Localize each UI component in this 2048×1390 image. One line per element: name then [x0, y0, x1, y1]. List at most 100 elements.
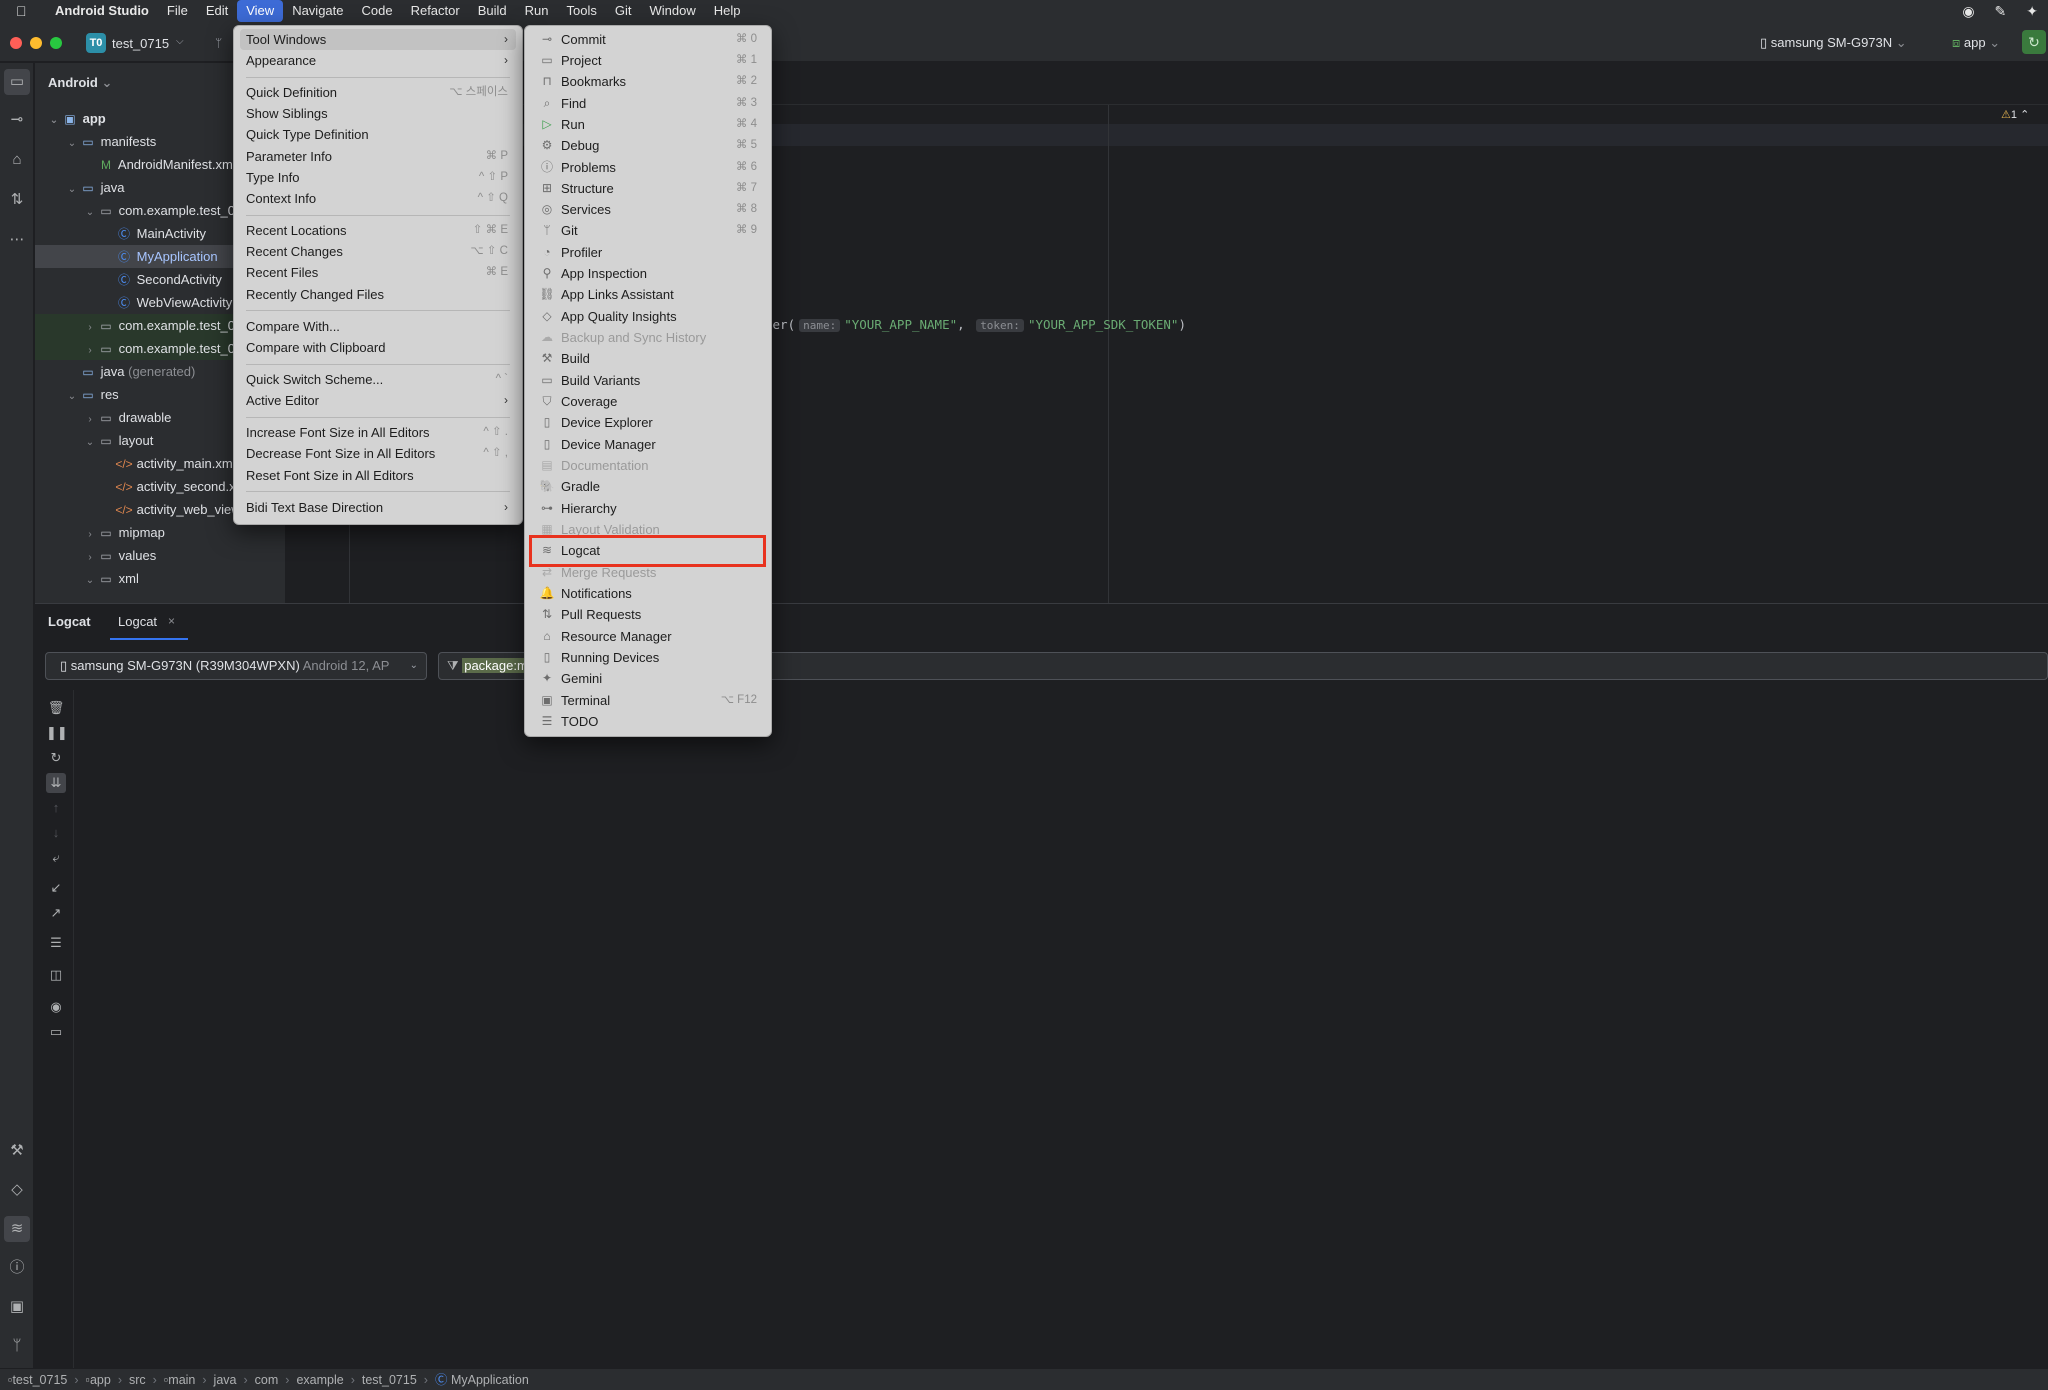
tool-window-coverage[interactable]: ⛉ Coverage — [531, 391, 765, 412]
menu-item-decrease-font-size[interactable]: Decrease Font Size in All Editors ^ ⇧ , — [240, 443, 516, 464]
tool-window-running-devices[interactable]: ▯ Running Devices — [531, 647, 765, 668]
menu-window[interactable]: Window — [640, 0, 704, 22]
tool-window-notifications[interactable]: 🔔 Notifications — [531, 583, 765, 604]
menu-build[interactable]: Build — [469, 0, 516, 22]
menu-item-reset-font-size[interactable]: Reset Font Size in All Editors — [240, 465, 516, 486]
inspection-widget[interactable]: ⚠1 ⌃ — [2001, 108, 2029, 121]
menu-help[interactable]: Help — [705, 0, 750, 22]
menu-item-quick-definition[interactable]: Quick Definition ⌥ 스페이스 — [240, 82, 516, 103]
menu-android-studio[interactable]: Android Studio — [46, 0, 158, 22]
breadcrumb-item[interactable]: test_0715 — [12, 1373, 67, 1387]
user-app-icon[interactable]: ✦ — [2026, 3, 2038, 20]
tool-window-app-inspection[interactable]: ⚲ App Inspection — [531, 263, 765, 284]
window-minimize-button[interactable] — [30, 37, 42, 49]
gemini-tool-icon[interactable]: ◇ — [4, 1177, 30, 1203]
tool-window-project[interactable]: ▭ Project ⌘ 1 — [531, 50, 765, 71]
sync-icon[interactable]: ↻ — [2022, 30, 2046, 54]
arrow-down-icon[interactable]: ↓ — [46, 823, 66, 843]
close-icon[interactable]: × — [168, 614, 175, 628]
restart-icon[interactable]: ↻ — [46, 748, 66, 768]
breadcrumb-item[interactable]: app — [90, 1373, 111, 1387]
menu-item-recent-files[interactable]: Recent Files ⌘ E — [240, 262, 516, 283]
menu-edit[interactable]: Edit — [197, 0, 237, 22]
breadcrumb-item[interactable]: java — [214, 1373, 237, 1387]
window-zoom-button[interactable] — [50, 37, 62, 49]
tool-window-gradle[interactable]: 🐘 Gradle — [531, 476, 765, 497]
run-config-selector[interactable]: ⧈ app ⌄ — [1952, 35, 2000, 51]
menu-refactor[interactable]: Refactor — [402, 0, 469, 22]
terminal-tool-icon[interactable]: ▣ — [4, 1294, 30, 1320]
tool-window-bookmarks[interactable]: ⊓ Bookmarks ⌘ 2 — [531, 71, 765, 92]
menu-item-parameter-info[interactable]: Parameter Info ⌘ P — [240, 146, 516, 167]
menu-item-compare-with-clipboard[interactable]: Compare with Clipboard — [240, 337, 516, 358]
menu-run[interactable]: Run — [516, 0, 558, 22]
menu-navigate[interactable]: Navigate — [283, 0, 352, 22]
git-tool-icon[interactable]: ᛘ — [4, 1333, 30, 1359]
tool-window-structure[interactable]: ⊞ Structure ⌘ 7 — [531, 178, 765, 199]
clear-logcat-icon[interactable]: 🗑 — [46, 698, 66, 718]
menu-item-appearance[interactable]: Appearance › — [240, 50, 516, 71]
tool-window-device-explorer[interactable]: ▯ Device Explorer — [531, 412, 765, 433]
menu-item-recently-changed-files[interactable]: Recently Changed Files — [240, 284, 516, 305]
tab-logcat[interactable]: Logcat — [118, 614, 157, 629]
tool-window-services[interactable]: ◎ Services ⌘ 8 — [531, 199, 765, 220]
tool-window-build-variants[interactable]: ▭ Build Variants — [531, 370, 765, 391]
import-icon[interactable]: ↙ — [46, 878, 66, 898]
project-name[interactable]: test_0715 — [112, 36, 169, 51]
menu-item-compare-with[interactable]: Compare With... — [240, 316, 516, 337]
tool-window-problems[interactable]: ⓘ Problems ⌘ 6 — [531, 157, 765, 178]
chevron-down-icon[interactable]: ⌵ — [176, 36, 184, 47]
settings-icon[interactable]: ☰ — [46, 933, 66, 953]
scroll-to-end-icon[interactable]: ⇊ — [46, 773, 66, 793]
menu-git[interactable]: Git — [606, 0, 641, 22]
breadcrumb-item[interactable]: src — [129, 1373, 146, 1387]
pause-icon[interactable]: ❚❚ — [46, 723, 68, 743]
window-close-button[interactable] — [10, 37, 22, 49]
menu-item-show-siblings[interactable]: Show Siblings — [240, 103, 516, 124]
breadcrumb-item[interactable]: test_0715 — [362, 1373, 417, 1387]
breadcrumb-item[interactable]: main — [168, 1373, 195, 1387]
soft-wrap-icon[interactable]: ⤶ — [46, 848, 66, 868]
screenshot-icon[interactable]: ◉ — [46, 997, 66, 1017]
menu-item-recent-locations[interactable]: Recent Locations ⇧ ⌘ E — [240, 220, 516, 241]
build-tool-icon[interactable]: ⚒ — [4, 1138, 30, 1164]
menu-file[interactable]: File — [158, 0, 197, 22]
menu-view[interactable]: View — [237, 0, 284, 22]
vcs-branch-icon[interactable]: ᛘ — [215, 36, 222, 50]
apple-menu-icon[interactable]:  — [16, 3, 32, 19]
menu-item-type-info[interactable]: Type Info ^ ⇧ P — [240, 167, 516, 188]
tree-item-xml[interactable]: ⌄ ▭ xml — [35, 567, 285, 590]
tool-window-todo[interactable]: ☰ TODO — [531, 711, 765, 732]
tool-window-profiler[interactable]: ◔ Profiler — [531, 242, 765, 263]
tool-window-app-links-assistant[interactable]: ⛓ App Links Assistant — [531, 284, 765, 305]
commit-tool-icon[interactable]: ⊸ — [4, 107, 30, 133]
pull-requests-tool-icon[interactable]: ⇅ — [4, 187, 30, 213]
menu-item-quick-type-definition[interactable]: Quick Type Definition — [240, 124, 516, 145]
tool-window-terminal[interactable]: ▣ Terminal ⌥ F12 — [531, 690, 765, 711]
device-selector[interactable]: ▯ samsung SM-G973N ⌄ — [1760, 35, 1907, 51]
status-app-icon[interactable]: ◉ — [1962, 3, 1974, 20]
tool-window-gemini[interactable]: ✦ Gemini — [531, 668, 765, 689]
project-tool-icon[interactable]: ▭ — [4, 69, 30, 95]
tree-item-values[interactable]: › ▭ values — [35, 544, 285, 567]
tool-window-build[interactable]: ⚒ Build — [531, 348, 765, 369]
breadcrumb-item[interactable]: com — [255, 1373, 279, 1387]
menu-item-tool-windows[interactable]: Tool Windows › — [240, 29, 516, 50]
tool-window-run[interactable]: ▷ Run ⌘ 4 — [531, 114, 765, 135]
menu-item-recent-changes[interactable]: Recent Changes ⌥ ⇧ C — [240, 241, 516, 262]
menu-tools[interactable]: Tools — [558, 0, 606, 22]
resource-manager-tool-icon[interactable]: ⌂ — [4, 147, 30, 173]
breadcrumb-item[interactable]: MyApplication — [451, 1373, 529, 1387]
screen-record-icon[interactable]: ▭ — [46, 1022, 66, 1042]
split-panels-icon[interactable]: ◫ — [46, 965, 66, 985]
menu-code[interactable]: Code — [353, 0, 402, 22]
menu-item-bidi-text-base-direction[interactable]: Bidi Text Base Direction › — [240, 497, 516, 518]
tool-window-device-manager[interactable]: ▯ Device Manager — [531, 434, 765, 455]
tool-window-git[interactable]: ᛘ Git ⌘ 9 — [531, 220, 765, 241]
more-tools-icon[interactable]: ⋯ — [4, 227, 30, 253]
logcat-device-select[interactable]: ▯ samsung SM-G973N (R39M304WPXN) Android… — [45, 652, 427, 680]
tool-window-hierarchy[interactable]: ⊶ Hierarchy — [531, 498, 765, 519]
tool-window-debug[interactable]: ⚙ Debug ⌘ 5 — [531, 135, 765, 156]
breadcrumb-item[interactable]: example — [296, 1373, 343, 1387]
menu-item-context-info[interactable]: Context Info ^ ⇧ Q — [240, 188, 516, 209]
